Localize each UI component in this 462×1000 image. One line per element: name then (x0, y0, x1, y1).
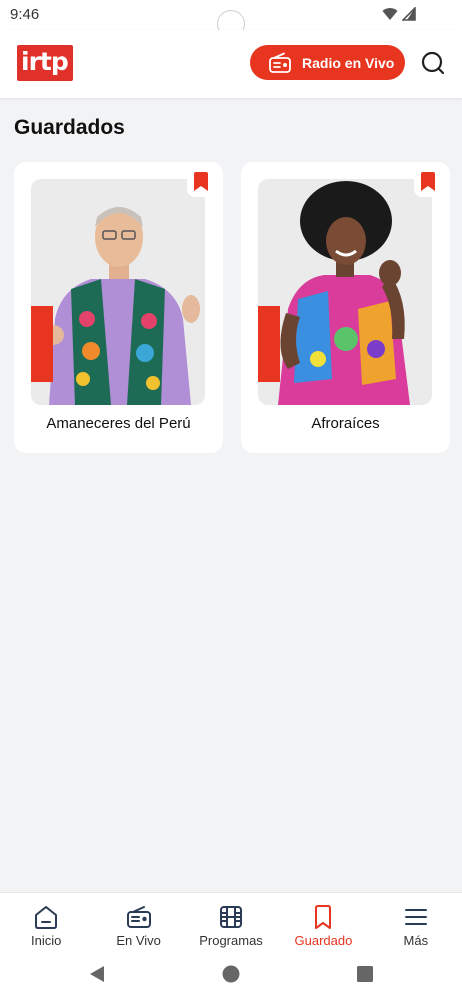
radio-button-label: Radio en Vivo (302, 54, 395, 71)
home-icon (32, 903, 60, 931)
radio-en-vivo-button[interactable]: Radio en Vivo (250, 45, 405, 80)
nav-label: Inicio (31, 933, 62, 948)
nav-label: Más (403, 933, 429, 948)
bookmark-button[interactable] (187, 167, 215, 197)
bookmark-icon (421, 172, 435, 191)
irtp-logo[interactable]: irtp (17, 45, 73, 81)
nav-item-en-vivo[interactable]: En Vivo (92, 893, 184, 952)
bookmark-icon (309, 903, 337, 931)
program-title: Amaneceres del Perú (46, 415, 191, 432)
nav-item-mas[interactable]: Más (370, 893, 462, 952)
nav-item-programas[interactable]: Programas (185, 893, 277, 952)
signal-icon (402, 7, 416, 21)
red-tab-decoration (31, 306, 53, 382)
bookmark-icon (194, 172, 208, 191)
bottom-nav: Inicio En Vivo Programas Guardado Más (0, 892, 462, 952)
status-icons (382, 7, 416, 21)
radio-icon (125, 903, 153, 931)
logo-text: irtp (21, 47, 69, 76)
red-tab-decoration (258, 306, 280, 382)
status-time: 9:46 (10, 6, 40, 23)
system-nav-bar (0, 952, 462, 1000)
radio-icon (269, 52, 291, 73)
nav-item-guardado[interactable]: Guardado (277, 893, 369, 952)
host-portrait (278, 181, 410, 405)
film-icon (217, 903, 245, 931)
host-portrait (42, 207, 200, 405)
program-title: Afroraíces (311, 415, 380, 432)
home-circle-icon[interactable] (221, 964, 241, 984)
nav-label: Programas (199, 933, 263, 948)
program-image (31, 179, 205, 405)
nav-label: Guardado (294, 933, 353, 948)
page-title: Guardados (14, 116, 125, 139)
recents-icon[interactable] (355, 964, 375, 984)
program-image (258, 179, 432, 405)
menu-icon (402, 903, 430, 931)
status-bar: 9:46 (0, 0, 462, 38)
search-button[interactable] (418, 48, 448, 78)
app-header: irtp Radio en Vivo (0, 30, 462, 98)
saved-card[interactable]: Amaneceres del Perú (14, 162, 223, 453)
wifi-icon (382, 8, 398, 20)
nav-label: En Vivo (116, 933, 161, 948)
saved-card[interactable]: Afroraíces (241, 162, 450, 453)
back-icon[interactable] (87, 964, 107, 984)
bookmark-button[interactable] (414, 167, 442, 197)
search-icon (421, 51, 445, 75)
nav-item-inicio[interactable]: Inicio (0, 893, 92, 952)
